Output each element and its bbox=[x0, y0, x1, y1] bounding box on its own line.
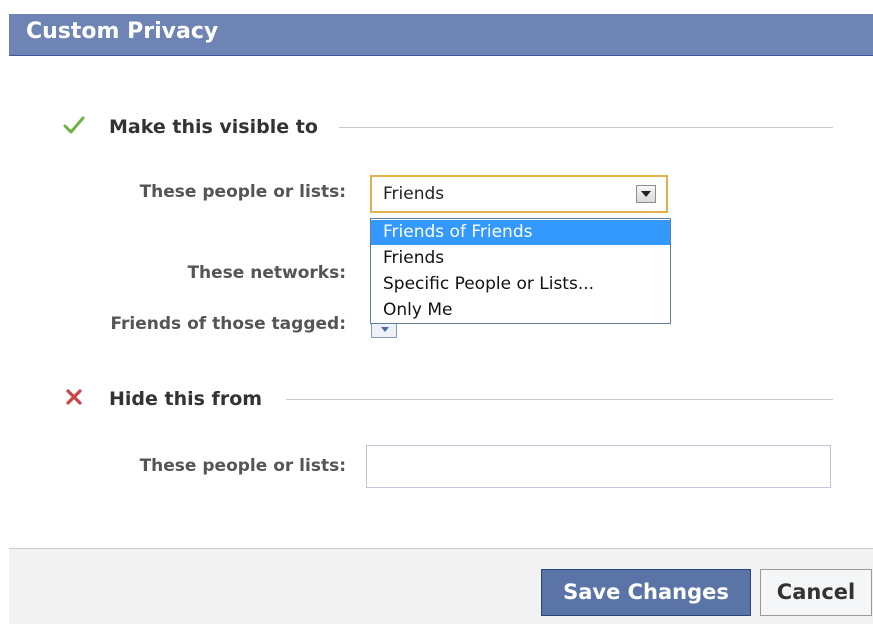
friends-of-tagged-select[interactable] bbox=[371, 324, 397, 338]
x-icon bbox=[65, 387, 83, 411]
hide-section-divider bbox=[286, 399, 833, 400]
networks-label: These networks: bbox=[187, 263, 346, 283]
dropdown-option-only-me[interactable]: Only Me bbox=[371, 298, 670, 323]
dialog-footer: Save Changes Cancel bbox=[9, 548, 873, 624]
dropdown-option-friends-of-friends[interactable]: Friends of Friends bbox=[371, 220, 670, 245]
dialog-title: Custom Privacy bbox=[26, 19, 219, 44]
hide-people-label: These people or lists: bbox=[139, 456, 346, 476]
hide-people-input[interactable] bbox=[366, 445, 831, 488]
checkmark-icon bbox=[63, 115, 85, 140]
visible-people-label: These people or lists: bbox=[139, 182, 346, 202]
visible-people-dropdown-list: Friends of Friends Friends Specific Peop… bbox=[370, 218, 671, 324]
visible-section-divider bbox=[339, 127, 833, 128]
dialog-title-bar: Custom Privacy bbox=[9, 14, 873, 56]
visible-section-heading: Make this visible to bbox=[63, 115, 833, 139]
dropdown-option-friends[interactable]: Friends bbox=[371, 246, 670, 271]
visible-people-selected-value: Friends bbox=[383, 184, 445, 204]
dropdown-option-specific-people[interactable]: Specific People or Lists... bbox=[371, 272, 670, 297]
cancel-button[interactable]: Cancel bbox=[760, 569, 872, 616]
hide-section-title: Hide this from bbox=[109, 388, 263, 410]
visible-people-select[interactable]: Friends bbox=[370, 175, 668, 213]
custom-privacy-dialog: Custom Privacy Make this visible to Thes… bbox=[9, 14, 873, 624]
friends-of-tagged-label: Friends of those tagged: bbox=[110, 314, 346, 334]
chevron-down-icon[interactable] bbox=[636, 185, 656, 203]
visible-section-title: Make this visible to bbox=[109, 116, 318, 138]
save-changes-button[interactable]: Save Changes bbox=[541, 569, 751, 616]
hide-section-heading: Hide this from bbox=[63, 387, 833, 411]
